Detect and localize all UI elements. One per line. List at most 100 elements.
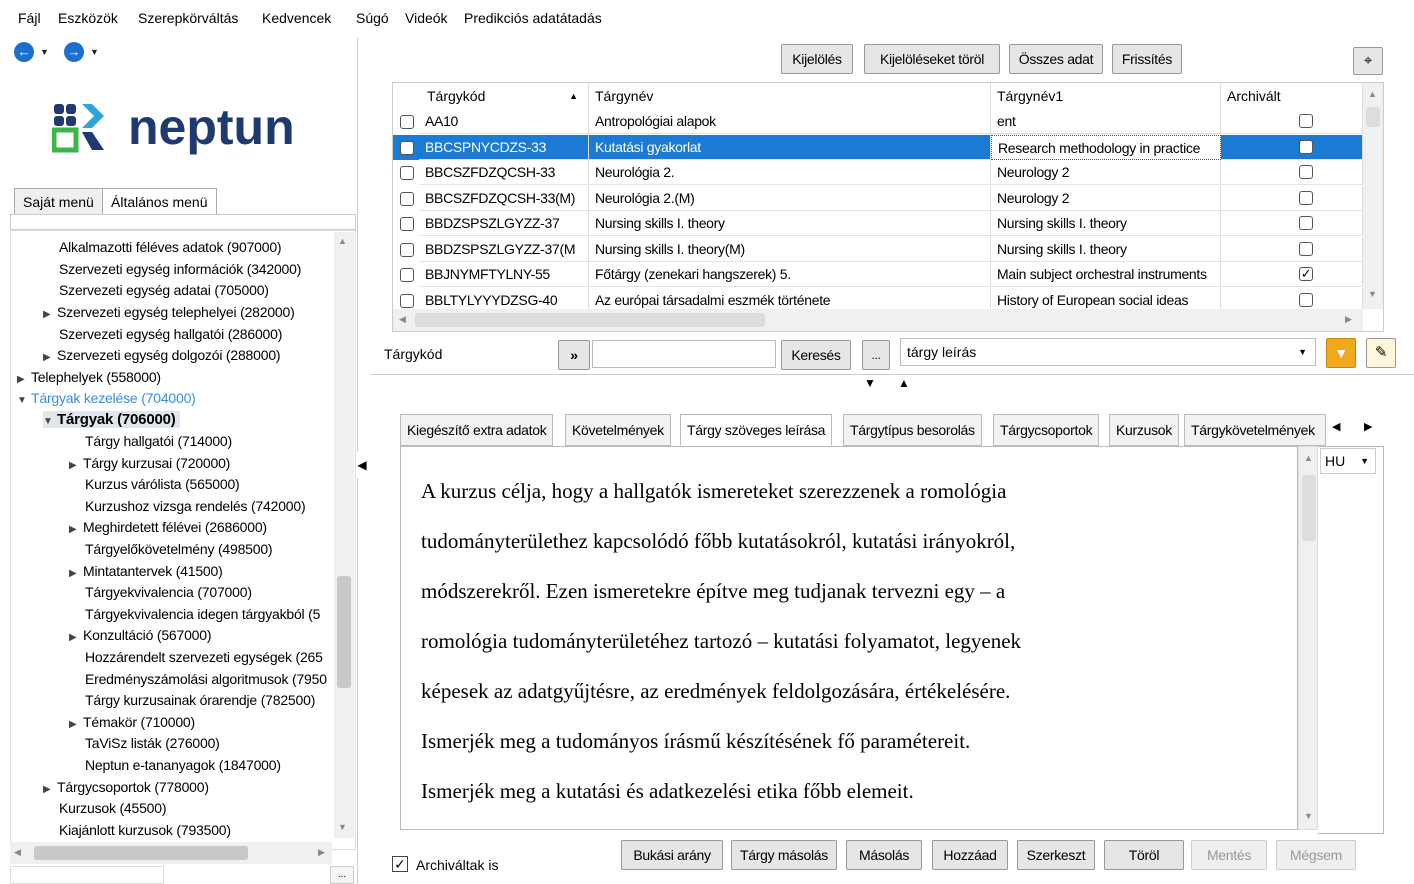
forward-arrow-icon[interactable]: → (64, 42, 84, 62)
row-checkbox[interactable] (400, 293, 414, 308)
tree-item[interactable]: Neptun e-tananyagok (1847000) (85, 757, 281, 773)
menu-eszkozok[interactable]: Eszközök (58, 10, 118, 26)
tree-item-expandable[interactable]: ▶ Mintatantervek (41500) (69, 563, 223, 579)
menu-fajl[interactable]: Fájl (18, 10, 41, 26)
scroll-up-icon[interactable]: ▲ (338, 236, 347, 246)
description-vertical-scrollbar[interactable]: ▲ ▼ (1298, 446, 1318, 830)
row-checkbox[interactable] (400, 191, 414, 206)
menu-kedvencek[interactable]: Kedvencek (262, 10, 331, 26)
tab-altalanos-menu[interactable]: Általános menü (102, 188, 217, 216)
table-row-selected[interactable]: BBCSPNYCDZS-33 Kutatási gyakorlat Resear… (393, 134, 1363, 160)
kijelolesek-torol-button[interactable]: Kijelöléseket töröl (864, 44, 1000, 74)
kijeloles-button[interactable]: Kijelölés (781, 44, 853, 74)
scroll-thumb[interactable] (1302, 475, 1316, 541)
scroll-thumb[interactable] (415, 313, 765, 327)
grid-vertical-scrollbar[interactable]: ▲ ▼ (1363, 83, 1383, 309)
hozzaad-button[interactable]: Hozzáad (932, 840, 1008, 870)
menu-predikcios[interactable]: Predikciós adatátadás (464, 10, 602, 26)
tab-targy-szoveges-leirasa[interactable]: Tárgy szöveges leírása (680, 414, 833, 446)
table-row[interactable]: AA10 Antropológiai alapok ent (393, 109, 1363, 135)
grid-horizontal-scrollbar[interactable]: ◀ ▶ (393, 309, 1363, 331)
cell-targynev1-focused[interactable]: Research methodology in practice (991, 134, 1221, 160)
tab-kurzusok[interactable]: Kurzusok (1109, 414, 1179, 446)
tree-item[interactable]: Kurzushoz vizsga rendelés (742000) (85, 498, 306, 514)
tab-sajat-menu[interactable]: Saját menü (14, 188, 103, 216)
search-arrows-button[interactable]: » (558, 340, 590, 370)
splitter-up-icon[interactable]: ▲ (898, 376, 910, 390)
torol-button[interactable]: Töröl (1104, 840, 1184, 870)
menu-szerepkorvaltas[interactable]: Szerepkörváltás (138, 10, 238, 26)
col-header-targynev[interactable]: Tárgynév (589, 83, 991, 109)
back-dropdown-icon[interactable]: ▼ (40, 47, 49, 57)
tree-item-expandable[interactable]: ▶ Tárgy kurzusai (720000) (69, 455, 230, 471)
tree-item-expandable[interactable]: ▶ Meghirdetett félévei (2686000) (69, 519, 267, 535)
expand-icon[interactable]: ▶ (43, 784, 57, 795)
scroll-thumb[interactable] (1366, 107, 1380, 127)
archivalt-checkbox[interactable] (1299, 165, 1313, 179)
tree-item-targyak[interactable]: ▼ Tárgyak (706000) (43, 411, 180, 428)
expand-icon[interactable]: ▶ (43, 309, 57, 320)
tree-item[interactable]: Tárgyelőkövetelmény (498500) (85, 541, 273, 557)
row-checkbox[interactable] (400, 140, 414, 155)
tree-item[interactable]: TaViSz listák (276000) (85, 735, 220, 751)
tree-item[interactable]: Hozzárendelt szervezeti egységek (265 (85, 649, 323, 665)
tree-item[interactable]: Szervezeti egység információk (342000) (59, 261, 301, 277)
tree-item-expandable[interactable]: ▶ Szervezeti egység dolgozói (288000) (43, 347, 281, 363)
archivalt-checkbox[interactable] (1299, 216, 1313, 230)
tabs-scroll-right-icon[interactable]: ▶ (1364, 420, 1372, 433)
archivalt-checkbox[interactable] (1299, 241, 1313, 256)
search-type-dropdown[interactable]: tárgy leírás ▼ (900, 338, 1316, 366)
expand-icon[interactable]: ▶ (17, 374, 31, 385)
tree-item-expandable[interactable]: ▶ Konzultáció (567000) (69, 627, 212, 643)
splitter-down-icon[interactable]: ▼ (864, 376, 876, 390)
scroll-up-icon[interactable]: ▲ (1304, 453, 1313, 463)
masolas-button[interactable]: Másolás (846, 840, 922, 870)
kereses-button[interactable]: Keresés (781, 340, 851, 370)
more-icon[interactable]: ... (330, 866, 354, 884)
tree-vertical-scrollbar[interactable]: ▲ ▼ (334, 232, 354, 838)
tree-item[interactable]: Alkalmazotti féléves adatok (907000) (59, 239, 282, 255)
menu-search-box[interactable] (10, 214, 356, 230)
tree-item[interactable]: Tárgyekvivalencia (707000) (85, 584, 252, 600)
ellipsis-button[interactable]: ... (862, 340, 890, 370)
scroll-thumb[interactable] (34, 846, 248, 860)
archivalt-checkbox[interactable] (1299, 139, 1313, 154)
scroll-right-icon[interactable]: ▶ (318, 847, 325, 858)
archivalt-checkbox[interactable] (1299, 190, 1313, 205)
collapse-panel-icon[interactable]: ◀ (356, 452, 368, 478)
mentes-button[interactable]: Mentés (1191, 840, 1267, 870)
row-checkbox[interactable] (400, 268, 414, 282)
bukasi-arany-button[interactable]: Bukási arány (621, 840, 723, 870)
forward-dropdown-icon[interactable]: ▼ (90, 47, 99, 57)
row-checkbox[interactable] (400, 242, 414, 257)
tree-item[interactable]: Kurzusok (45500) (59, 800, 167, 816)
tree-item-expandable[interactable]: ▶ Tárgycsoportok (778000) (43, 779, 209, 795)
tab-targytipus[interactable]: Tárgytípus besorolás (843, 414, 982, 446)
expand-icon[interactable]: ▶ (69, 524, 83, 535)
szerkeszt-button[interactable]: Szerkeszt (1017, 840, 1095, 870)
osszes-adat-button[interactable]: Összes adat (1009, 44, 1103, 74)
scroll-thumb[interactable] (337, 576, 351, 688)
archivaltak-checkbox[interactable]: ✓ (392, 856, 408, 872)
filter-icon[interactable]: ▼ (1326, 338, 1356, 368)
description-text-area[interactable]: A kurzus célja, hogy a hallgatók ismeret… (400, 446, 1298, 830)
collapse-icon[interactable]: ▼ (43, 416, 57, 427)
tree-item[interactable]: Tárgy kurzusainak órarendje (782500) (85, 692, 315, 708)
scroll-left-icon[interactable]: ◀ (399, 314, 406, 325)
tree-item-expandable[interactable]: ▶ Szervezeti egység telephelyei (282000) (43, 304, 295, 320)
tree-item[interactable]: Kiajánlott kurzusok (793500) (59, 822, 231, 838)
table-row[interactable]: BBDZSPSZLGYZZ-37(M Nursing skills I. the… (393, 236, 1363, 263)
scroll-down-icon[interactable]: ▼ (1304, 811, 1313, 821)
tree-item[interactable]: Szervezeti egység hallgatói (286000) (59, 326, 282, 342)
scroll-down-icon[interactable]: ▼ (1368, 289, 1377, 299)
expand-icon[interactable]: ▶ (43, 352, 57, 363)
megsem-button[interactable]: Mégsem (1276, 840, 1356, 870)
tree-item[interactable]: Szervezeti egység adatai (705000) (59, 282, 269, 298)
frissites-button[interactable]: Frissítés (1112, 44, 1182, 74)
expand-icon[interactable]: ▶ (69, 568, 83, 579)
expand-icon[interactable]: ▶ (69, 632, 83, 643)
tree-item[interactable]: Tárgyekvivalencia idegen tárgyakból (5 (85, 606, 320, 622)
col-header-targykod[interactable]: Tárgykód ▲ (421, 83, 589, 109)
archivalt-checkbox[interactable] (1299, 114, 1313, 128)
scroll-left-icon[interactable]: ◀ (14, 847, 21, 858)
